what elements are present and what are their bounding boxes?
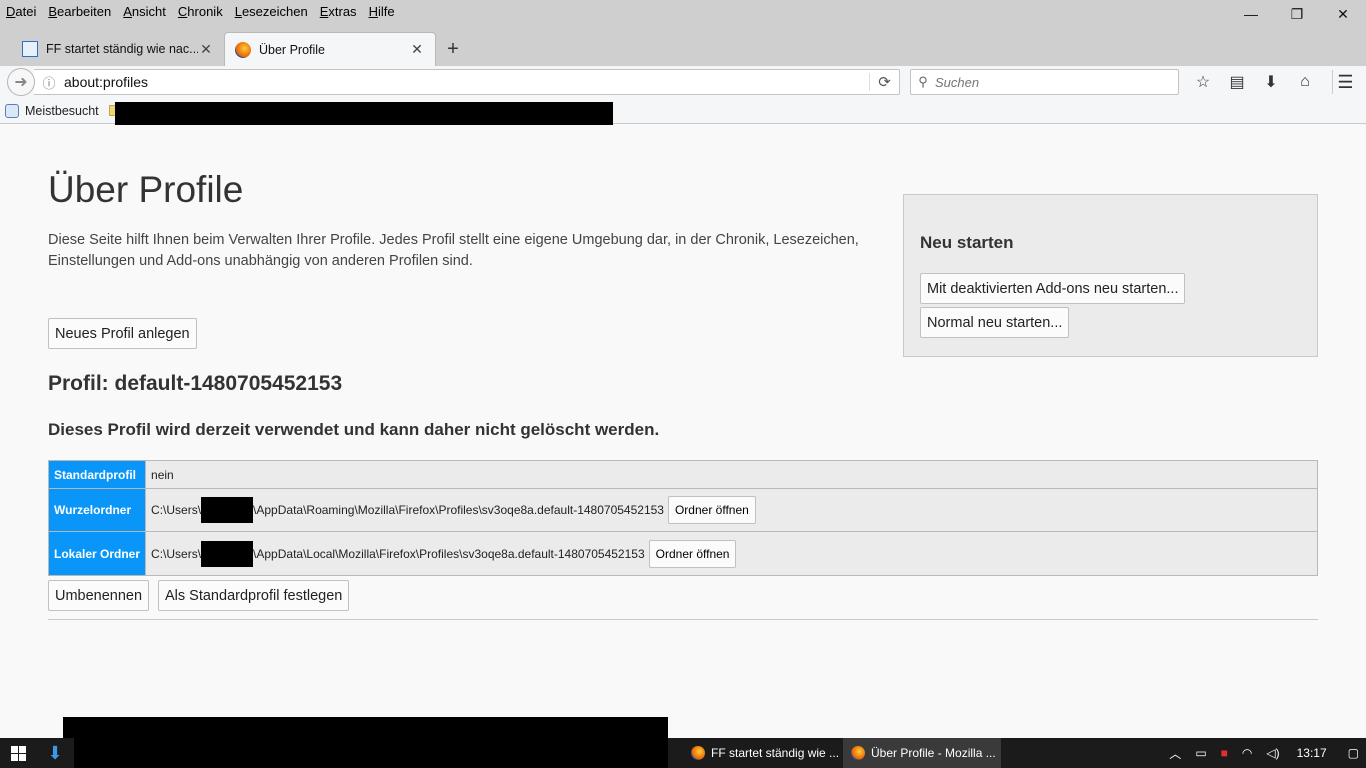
table-row: Wurzelordner C:\Users\ \AppData\Roaming\… xyxy=(47,488,1318,532)
bookmark-star-icon[interactable]: ☆ xyxy=(1186,70,1220,94)
reload-icon[interactable]: ⟳ xyxy=(869,73,899,91)
restart-box: Neu starten Mit deaktivierten Add-ons ne… xyxy=(903,194,1318,357)
root-folder-label: Wurzelordner xyxy=(47,488,147,532)
close-window-button[interactable]: ✕ xyxy=(1320,0,1366,28)
redaction-bar xyxy=(74,738,668,768)
tab-ff-startet[interactable]: FF startet ständig wie nac... ✕ xyxy=(12,32,224,66)
redaction-bar xyxy=(201,540,254,567)
menu-bearbeiten[interactable]: Bearbeiten xyxy=(48,4,111,19)
clock[interactable]: 13:17 xyxy=(1297,746,1327,760)
bookmark-meistbesucht[interactable]: Meistbesucht xyxy=(25,104,99,118)
notifications-icon[interactable]: ▢ xyxy=(1348,746,1359,760)
taskbar-item-label: FF startet ständig wie ... xyxy=(711,746,840,760)
table-row: Standardprofil nein xyxy=(47,460,1318,489)
window-controls: — ❐ ✕ xyxy=(1228,0,1366,28)
redaction-bar xyxy=(63,717,668,738)
search-bar[interactable]: ⚲ xyxy=(910,69,1179,95)
tab-strip: FF startet ständig wie nac... ✕ Über Pro… xyxy=(0,30,470,66)
menu-ansicht[interactable]: Ansicht xyxy=(123,4,166,19)
profile-heading: Profil: default-1480705452153 xyxy=(48,372,343,395)
battery-icon[interactable]: ▭ xyxy=(1195,746,1206,760)
tab-uber-profile[interactable]: Über Profile ✕ xyxy=(224,32,436,66)
firefox-favicon-icon xyxy=(235,41,251,58)
taskbar-item-label: Über Profile - Mozilla ... xyxy=(871,746,996,760)
root-folder-path-prefix: C:\Users\ xyxy=(151,503,202,517)
root-folder-path-suffix: \AppData\Roaming\Mozilla\Firefox\Profile… xyxy=(253,503,664,517)
url-text[interactable]: about:profiles xyxy=(64,74,869,90)
taskbar-item-uber-profile[interactable]: Über Profile - Mozilla ... xyxy=(843,738,1001,768)
downloads-icon[interactable]: ⬇ xyxy=(1254,70,1288,94)
set-default-profile-button[interactable]: Als Standardprofil festlegen xyxy=(158,580,350,611)
firefox-icon xyxy=(691,746,705,760)
menu-datei[interactable]: Datei xyxy=(6,4,36,19)
reading-list-icon[interactable]: ▤ xyxy=(1220,70,1254,94)
local-folder-label: Lokaler Ordner xyxy=(47,531,147,576)
search-input[interactable] xyxy=(935,74,1165,90)
search-icon: ⚲ xyxy=(918,74,928,89)
local-folder-cell: C:\Users\ \AppData\Local\Mozilla\Firefox… xyxy=(145,531,1318,576)
page-content: Über Profile Diese Seite hilft Ihnen bei… xyxy=(0,125,1366,738)
download-app-icon[interactable]: ⬇ xyxy=(36,738,74,768)
restore-button[interactable]: ❐ xyxy=(1274,0,1320,28)
close-tab-icon[interactable]: ✕ xyxy=(198,41,214,58)
tray-chevron-icon[interactable]: ︿ xyxy=(1169,745,1181,762)
taskbar-item-ff-startet[interactable]: FF startet ständig wie ... xyxy=(683,738,843,768)
table-row: Lokaler Ordner C:\Users\ \AppData\Local\… xyxy=(47,531,1318,576)
title-bar: Datei Bearbeiten Ansicht Chronik Lesezei… xyxy=(0,0,1366,66)
page-title: Über Profile xyxy=(48,169,244,210)
url-bar[interactable]: ⓘ about:profiles ⟳ xyxy=(34,69,900,95)
profile-in-use-note: Dieses Profil wird derzeit verwendet und… xyxy=(48,420,660,439)
restart-normal-button[interactable]: Normal neu starten... xyxy=(920,307,1070,338)
local-folder-path-prefix: C:\Users\ xyxy=(151,546,202,561)
toolbar-buttons: ☆ ▤ ⬇ ⌂ xyxy=(1186,70,1322,94)
open-local-folder-button[interactable]: Ordner öffnen xyxy=(648,539,737,568)
default-profile-label: Standardprofil xyxy=(47,460,147,489)
tab-title: FF startet ständig wie nac... xyxy=(46,42,198,56)
forum-favicon-icon xyxy=(22,41,38,57)
new-tab-button[interactable]: + xyxy=(436,32,470,66)
menu-bar: Datei Bearbeiten Ansicht Chronik Lesezei… xyxy=(0,0,407,22)
close-tab-icon[interactable]: ✕ xyxy=(409,41,425,58)
most-visited-icon xyxy=(5,103,19,118)
back-button[interactable]: ➜ xyxy=(7,68,35,96)
minimize-button[interactable]: — xyxy=(1228,0,1274,28)
windows-logo-icon xyxy=(10,745,26,761)
start-button[interactable] xyxy=(0,738,36,768)
default-profile-value: nein xyxy=(145,460,1318,489)
nav-bar: ⓘ about:profiles ⟳ ➜ ⚲ ☆ ▤ ⬇ ⌂ ☰ xyxy=(0,66,1366,98)
info-icon[interactable]: ⓘ xyxy=(34,73,64,92)
restart-heading: Neu starten xyxy=(920,233,1014,252)
tab-title: Über Profile xyxy=(259,42,325,57)
new-profile-button[interactable]: Neues Profil anlegen xyxy=(48,318,197,349)
home-icon[interactable]: ⌂ xyxy=(1288,70,1322,94)
root-folder-cell: C:\Users\ \AppData\Roaming\Mozilla\Firef… xyxy=(145,488,1318,532)
intro-text: Diese Seite hilft Ihnen beim Verwalten I… xyxy=(48,232,859,269)
firefox-icon xyxy=(851,746,865,760)
wifi-icon[interactable]: ◠ xyxy=(1242,746,1252,760)
security-alert-icon[interactable]: ■ xyxy=(1221,746,1228,760)
menu-hamburger-icon[interactable]: ☰ xyxy=(1332,70,1358,94)
menu-chronik[interactable]: Chronik xyxy=(178,4,223,19)
volume-icon[interactable]: ◁) xyxy=(1266,746,1279,760)
system-tray: ︿ ▭ ■ ◠ ◁) 13:17 ▢ xyxy=(1162,738,1366,768)
local-folder-path-suffix: \AppData\Local\Mozilla\Firefox\Profiles\… xyxy=(253,546,645,561)
open-root-folder-button[interactable]: Ordner öffnen xyxy=(667,496,756,524)
menu-extras[interactable]: Extras xyxy=(320,4,357,19)
redaction-bar xyxy=(201,497,254,523)
windows-taskbar: ⬇ FF startet ständig wie ... Über Profil… xyxy=(0,738,1366,768)
rename-button[interactable]: Umbenennen xyxy=(48,580,150,611)
menu-hilfe[interactable]: Hilfe xyxy=(369,4,395,19)
menu-lesezeichen[interactable]: Lesezeichen xyxy=(235,4,308,19)
divider xyxy=(48,619,1318,620)
back-arrow-icon: ➜ xyxy=(14,74,28,91)
profile-table: Standardprofil nein Wurzelordner C:\User… xyxy=(47,460,1318,576)
restart-disabled-addons-button[interactable]: Mit deaktivierten Add-ons neu starten... xyxy=(920,273,1186,304)
